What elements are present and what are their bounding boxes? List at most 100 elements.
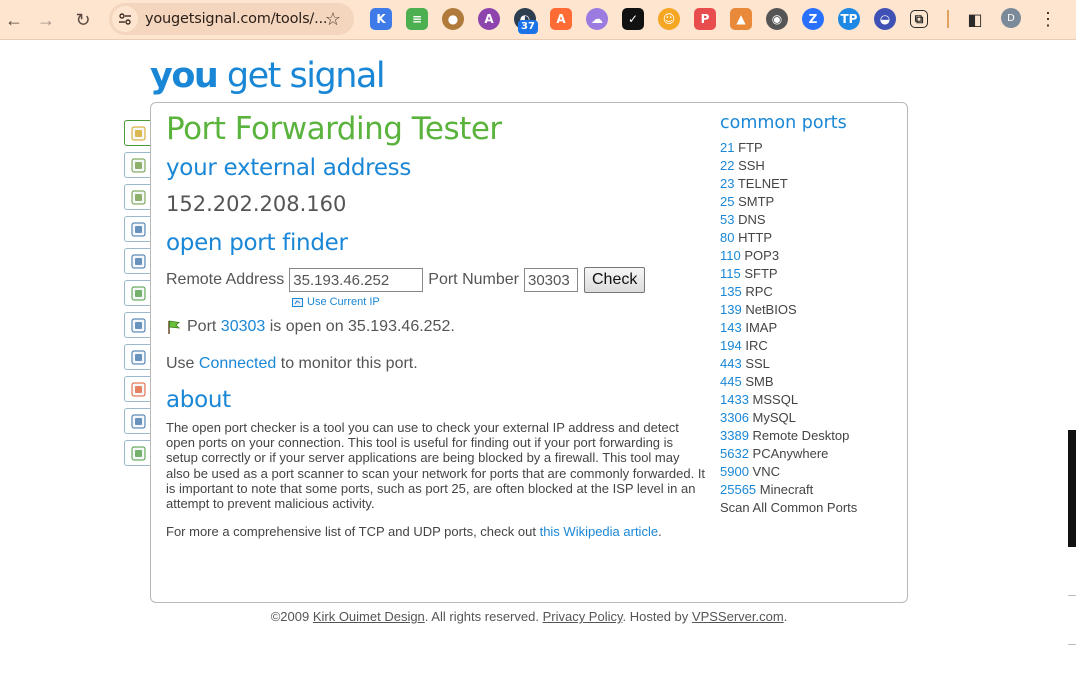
notification-badge: 37 <box>518 20 538 34</box>
common-port-item[interactable]: 21 FTP <box>720 139 857 157</box>
shield-extension-icon[interactable]: ✓ <box>622 8 644 30</box>
scan-all-ports-link[interactable]: Scan All Common Ports <box>720 499 857 517</box>
common-port-item[interactable]: 3389 Remote Desktop <box>720 427 857 445</box>
privacy-policy-link[interactable]: Privacy Policy <box>543 609 623 624</box>
cookie-extension-icon[interactable]: ● <box>442 8 464 30</box>
a-extension-icon[interactable]: A <box>550 8 572 30</box>
tp-extension-icon[interactable]: TP <box>838 8 860 30</box>
menu-kebab-icon[interactable]: ⋮ <box>1039 8 1057 30</box>
common-port-service: SFTP <box>744 266 778 281</box>
reload-icon[interactable]: ↻ <box>70 7 96 33</box>
designer-link[interactable]: Kirk Ouimet Design <box>313 609 425 624</box>
profile-avatar[interactable]: D <box>1001 8 1021 28</box>
common-port-item[interactable]: 139 NetBIOS <box>720 301 857 319</box>
port-number-input[interactable] <box>523 268 578 292</box>
address-bar[interactable]: yougetsignal.com/tools/... ☆ <box>109 3 354 35</box>
common-port-service: POP3 <box>744 248 780 263</box>
common-port-number[interactable]: 1433 <box>720 392 749 407</box>
result-port-link[interactable]: 30303 <box>221 318 266 336</box>
ghost-extension-icon[interactable]: ☁ <box>586 8 608 30</box>
whois-tool-tab[interactable] <box>124 312 151 338</box>
common-port-number[interactable]: 445 <box>720 374 742 389</box>
p-extension-icon[interactable]: P <box>694 8 716 30</box>
common-port-number[interactable]: 80 <box>720 230 734 245</box>
url-text[interactable]: yougetsignal.com/tools/... <box>145 11 328 27</box>
common-port-number[interactable]: 3389 <box>720 428 749 443</box>
common-port-service: DNS <box>738 212 766 227</box>
common-port-number[interactable]: 5900 <box>720 464 749 479</box>
common-port-item[interactable]: 194 IRC <box>720 337 857 355</box>
map-pin-tool-tab[interactable] <box>124 184 151 210</box>
common-port-number[interactable]: 21 <box>720 140 734 155</box>
common-port-number[interactable]: 53 <box>720 212 734 227</box>
common-port-item[interactable]: 3306 MySQL <box>720 409 857 427</box>
site-info-icon[interactable] <box>112 6 138 32</box>
common-port-number[interactable]: 115 <box>720 266 741 281</box>
common-port-service: SSH <box>738 158 765 173</box>
avatar-extension-icon[interactable]: ☺ <box>658 8 680 30</box>
common-port-number[interactable]: 22 <box>720 158 734 173</box>
common-port-service: Minecraft <box>759 482 814 497</box>
open-port-finder-heading: open port finder <box>166 230 348 256</box>
common-port-item[interactable]: 5900 VNC <box>720 463 857 481</box>
puzzle-extension-icon[interactable]: ⧉ <box>910 10 928 28</box>
common-port-number[interactable]: 110 <box>720 248 741 263</box>
fox-extension-icon[interactable]: ▲ <box>730 8 752 30</box>
common-port-item[interactable]: 80 HTTP <box>720 229 857 247</box>
common-port-number[interactable]: 25565 <box>720 482 756 497</box>
common-port-number[interactable]: 139 <box>720 302 742 317</box>
anchor-extension-icon[interactable]: A <box>478 8 500 30</box>
common-port-item[interactable]: 110 POP3 <box>720 247 857 265</box>
stack-extension-icon[interactable]: ≡ <box>406 8 428 30</box>
common-port-item[interactable]: 23 TELNET <box>720 175 857 193</box>
remote-address-input[interactable] <box>289 268 424 292</box>
drive-tool-tab[interactable] <box>124 408 151 434</box>
common-port-number[interactable]: 3306 <box>720 410 749 425</box>
host-link[interactable]: VPSServer.com <box>692 609 784 624</box>
about-paragraph: The open port checker is a tool you can … <box>166 420 706 512</box>
windows-tool-tab[interactable] <box>124 376 151 402</box>
common-port-item[interactable]: 445 SMB <box>720 373 857 391</box>
back-arrow-icon[interactable]: ← <box>1 7 27 33</box>
common-port-item[interactable]: 143 IMAP <box>720 319 857 337</box>
side-panel-icon[interactable]: ◧ <box>964 8 986 30</box>
bookmark-star-icon[interactable]: ☆ <box>325 9 341 30</box>
common-port-item[interactable]: 135 RPC <box>720 283 857 301</box>
check-button[interactable]: Check <box>583 267 646 293</box>
chat-extension-icon[interactable]: ◒ <box>874 8 896 30</box>
map-tool-tab[interactable] <box>124 152 151 178</box>
common-port-number[interactable]: 194 <box>720 338 742 353</box>
common-port-item[interactable]: 22 SSH <box>720 157 857 175</box>
common-port-item[interactable]: 25565 Minecraft <box>720 481 857 499</box>
site-logo[interactable]: you get signal <box>150 56 386 96</box>
owl-extension-icon[interactable]: ◉ <box>766 8 788 30</box>
page-footer: ©2009 Kirk Ouimet Design. All rights res… <box>0 609 1058 624</box>
common-port-number[interactable]: 25 <box>720 194 734 209</box>
wikipedia-link[interactable]: this Wikipedia article <box>540 524 659 539</box>
common-port-number[interactable]: 135 <box>720 284 742 299</box>
common-port-item[interactable]: 5632 PCAnywhere <box>720 445 857 463</box>
common-port-service: VNC <box>752 464 780 479</box>
z-extension-icon[interactable]: Z <box>802 8 824 30</box>
common-port-item[interactable]: 115 SFTP <box>720 265 857 283</box>
k-extension-icon[interactable]: K <box>370 8 392 30</box>
email-tool-tab[interactable] <box>124 248 151 274</box>
server-tool-tab[interactable] <box>124 216 151 242</box>
use-current-ip-link[interactable]: Use Current IP <box>292 296 380 308</box>
forward-arrow-icon[interactable]: → <box>33 7 59 33</box>
google-tool-tab[interactable] <box>124 344 151 370</box>
common-port-number[interactable]: 23 <box>720 176 734 191</box>
common-port-item[interactable]: 1433 MSSQL <box>720 391 857 409</box>
common-port-number[interactable]: 443 <box>720 356 742 371</box>
common-port-item[interactable]: 443 SSL <box>720 355 857 373</box>
more-prefix: For more a comprehensive list of TCP and… <box>166 524 536 539</box>
common-port-item[interactable]: 25 SMTP <box>720 193 857 211</box>
common-port-number[interactable]: 143 <box>720 320 742 335</box>
lock-tool-tab[interactable] <box>124 120 151 146</box>
common-port-number[interactable]: 5632 <box>720 446 749 461</box>
common-port-item[interactable]: 53 DNS <box>720 211 857 229</box>
globe-tool-tab[interactable] <box>124 440 151 466</box>
connected-link[interactable]: Connected <box>199 355 276 372</box>
common-port-service: RPC <box>745 284 773 299</box>
network-tool-tab[interactable] <box>124 280 151 306</box>
